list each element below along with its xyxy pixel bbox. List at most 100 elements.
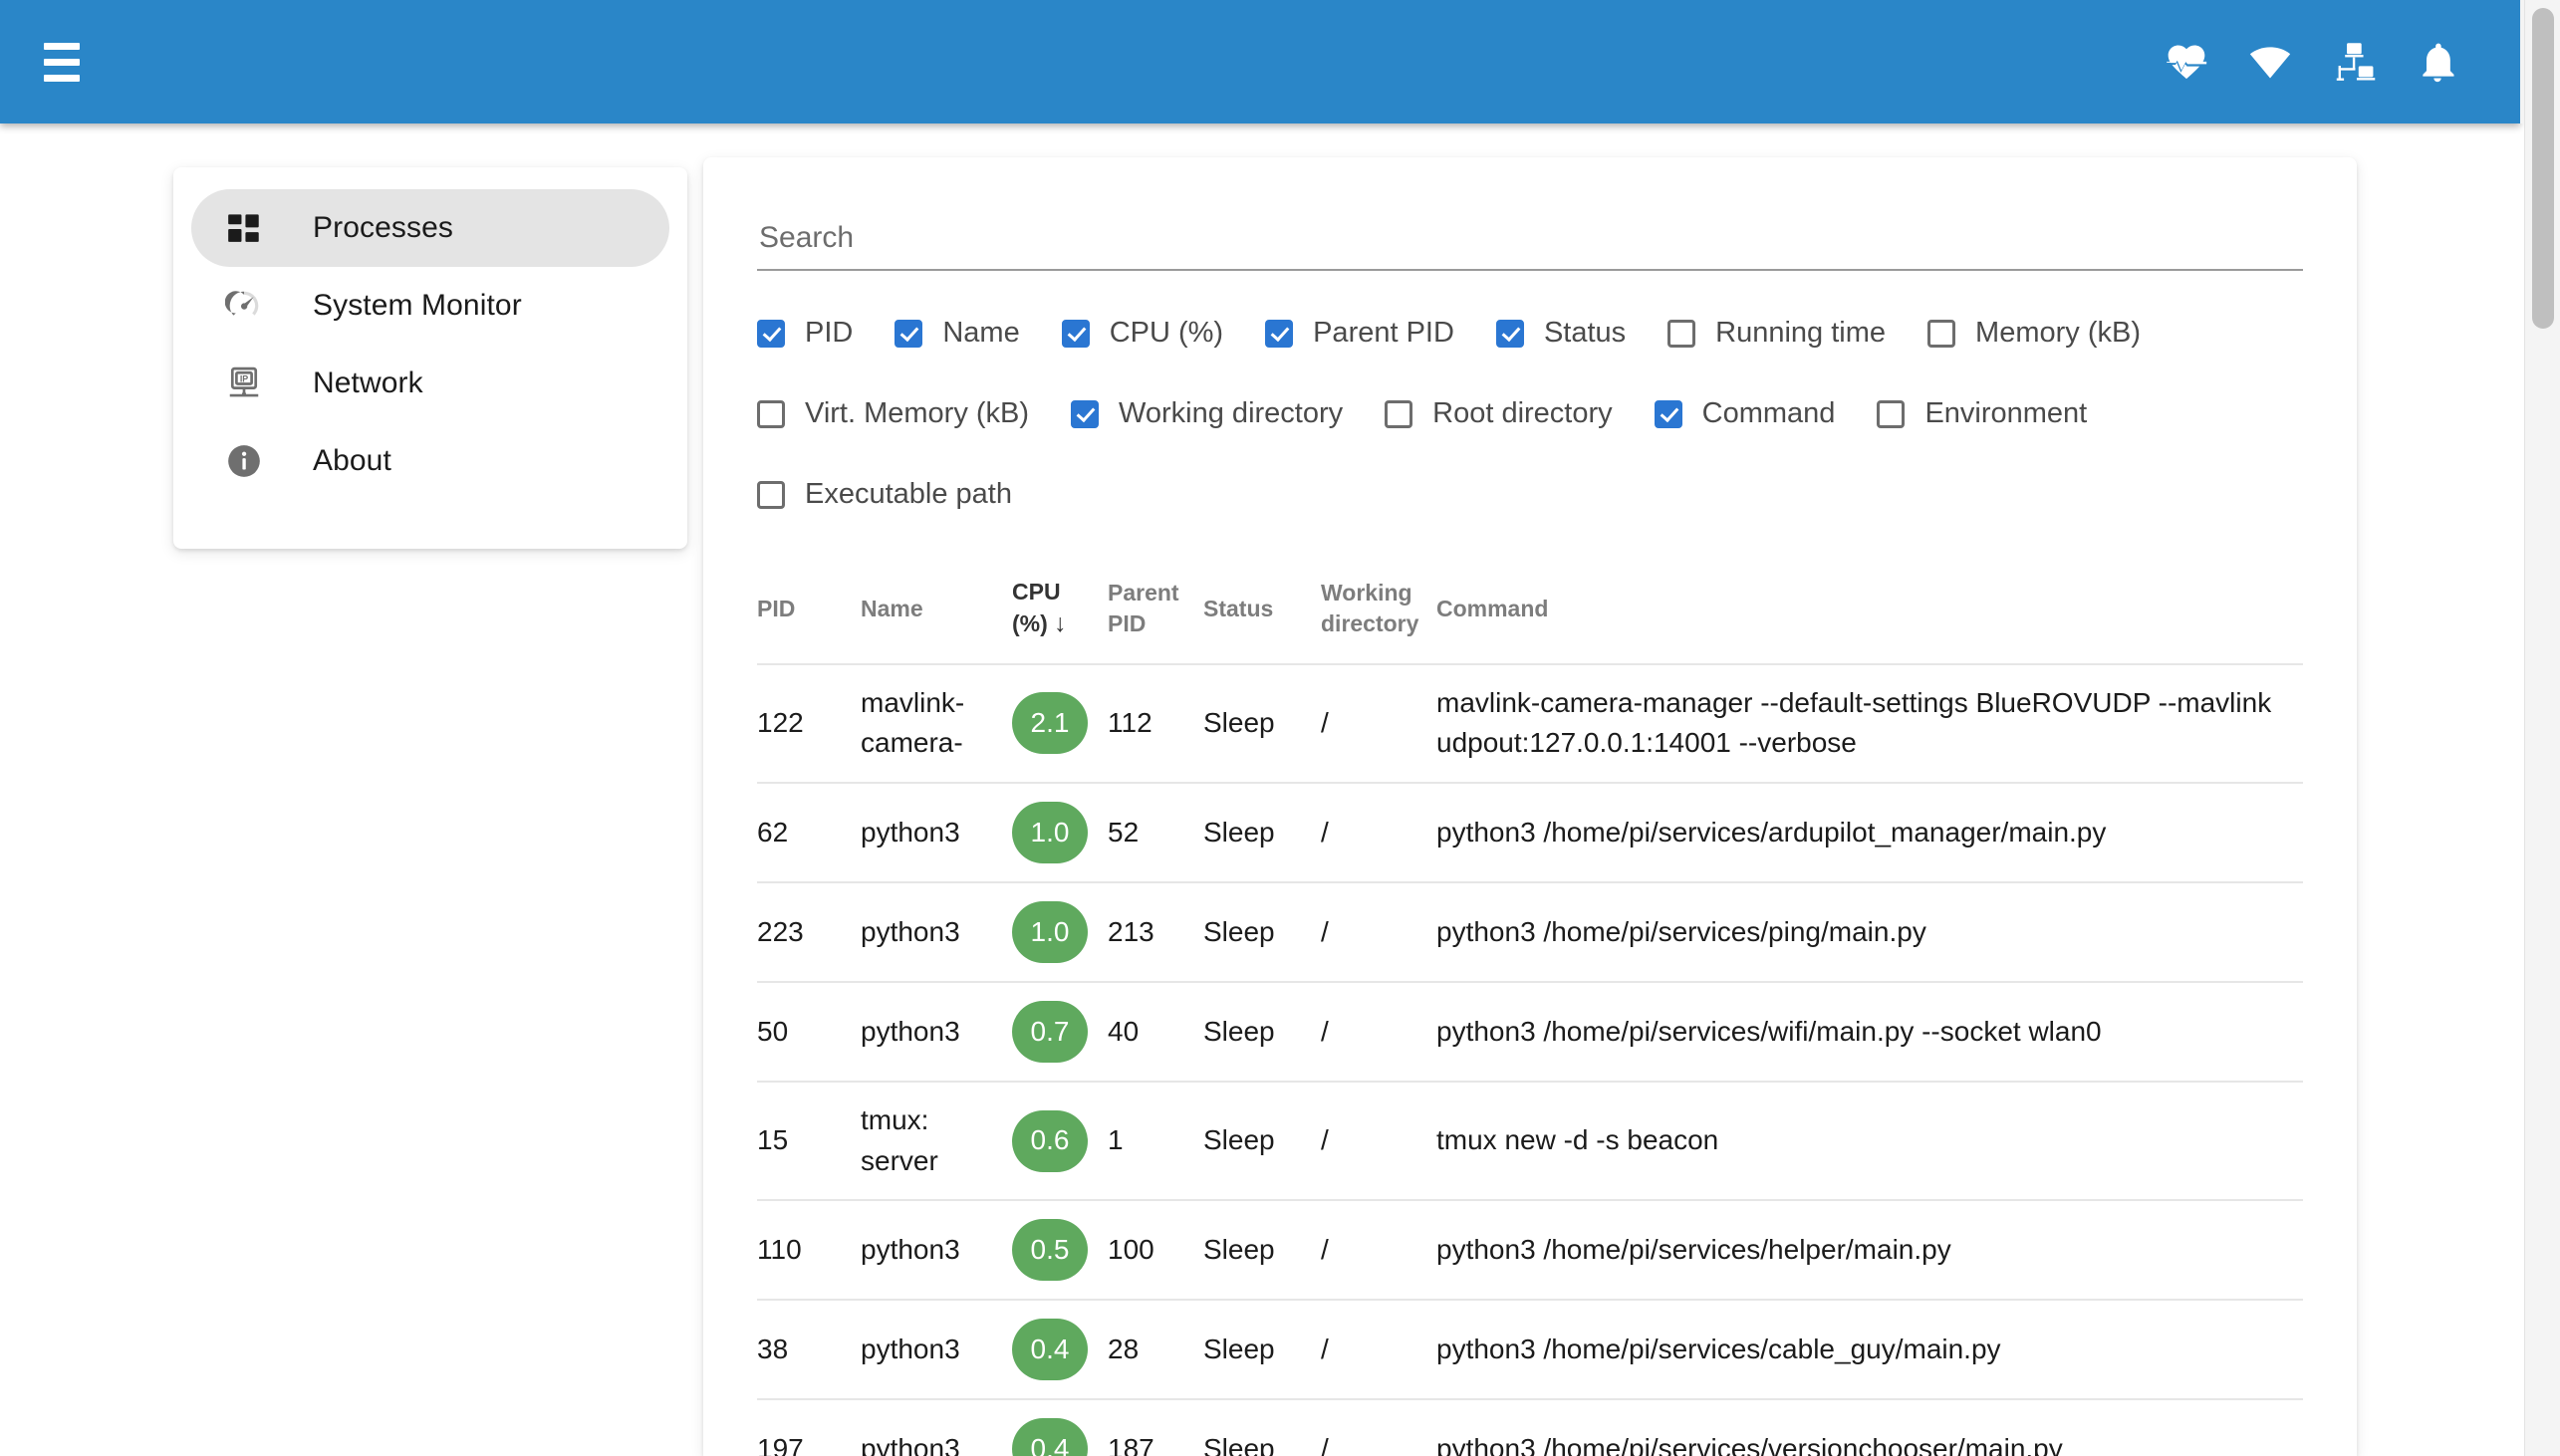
table-row[interactable]: 223 python3 1.0 213 Sleep / python3 /home/pi/s… [757, 880, 2303, 982]
column-toggle-memory[interactable]: Memory (kB) [1927, 317, 2141, 350]
cpu-usage-chip: 0.5 [1012, 1219, 1088, 1282]
cell-cpu: 1.0 [1012, 880, 1108, 982]
cell-status: Sleep [1203, 662, 1321, 783]
cell-pid: 110 [757, 1199, 861, 1301]
checkbox-checked-icon[interactable] [1265, 319, 1294, 348]
sidebar-item-label: Processes [313, 211, 453, 244]
scrollbar-thumb[interactable] [2532, 8, 2554, 329]
cell-parent-pid: 52 [1108, 781, 1203, 882]
hamburger-menu-icon[interactable] [34, 34, 90, 90]
column-toggle-working-directory[interactable]: Working directory [1071, 397, 1343, 430]
column-header-parent-pid[interactable]: Parent PID [1108, 563, 1203, 664]
column-toggle-virt-memory[interactable]: Virt. Memory (kB) [757, 397, 1029, 430]
column-toggle-pid[interactable]: PID [757, 317, 853, 350]
table-row[interactable]: 38 python3 0.4 28 Sleep / python3 /home/pi/ser… [757, 1299, 2303, 1400]
cpu-usage-chip: 2.1 [1012, 692, 1088, 755]
column-toggle-label: Memory (kB) [1975, 317, 2141, 349]
cpu-usage-chip: 1.0 [1012, 801, 1088, 863]
cell-working-directory: / [1321, 1080, 1436, 1201]
table-row[interactable]: 62 python3 1.0 52 Sleep / python3 /home/pi/ser… [757, 781, 2303, 882]
checkbox-unchecked-icon[interactable] [1877, 399, 1906, 428]
cell-status: Sleep [1203, 1398, 1321, 1456]
page-scrollbar[interactable] [2524, 0, 2560, 1456]
cell-command: python3 /home/pi/services/ping/main.py [1436, 880, 2303, 982]
cpu-usage-chip: 1.0 [1012, 900, 1088, 963]
cell-name: tmux: server [861, 1080, 1012, 1201]
cell-status: Sleep [1203, 980, 1321, 1082]
column-header-working-directory[interactable]: Working directory [1321, 563, 1436, 664]
cell-working-directory: / [1321, 1299, 1436, 1400]
process-table-head: PID Name CPU (%) ↓ Parent PID Status Wor… [757, 563, 2303, 664]
sidebar-item-system-monitor[interactable]: System Monitor [191, 267, 669, 345]
table-row[interactable]: 122 mavlink-camera- 2.1 112 Sleep / mavlink-ca… [757, 662, 2303, 783]
ip-device-icon: IP [225, 364, 277, 402]
cell-command: tmux new -d -s beacon [1436, 1080, 2303, 1201]
column-toggle-root-directory[interactable]: Root directory [1385, 397, 1613, 430]
cell-pid: 197 [757, 1398, 861, 1456]
column-toggle-name[interactable]: Name [895, 317, 1020, 350]
column-header-pid[interactable]: PID [757, 563, 861, 664]
checkbox-checked-icon[interactable] [757, 319, 785, 348]
sidebar-item-processes[interactable]: Processes [191, 189, 669, 267]
sidebar-item-label: Network [313, 366, 423, 399]
column-header-command[interactable]: Command [1436, 563, 2303, 664]
cell-name: python3 [861, 980, 1012, 1082]
table-row[interactable]: 50 python3 0.7 40 Sleep / python3 /home/pi/ser… [757, 980, 2303, 1082]
cell-status: Sleep [1203, 1299, 1321, 1400]
column-toggle-label: CPU (%) [1109, 317, 1224, 349]
checkbox-unchecked-icon[interactable] [1667, 319, 1696, 348]
sidebar-item-about[interactable]: About [191, 422, 669, 500]
info-circle-icon [225, 442, 277, 480]
checkbox-checked-icon[interactable] [1495, 319, 1524, 348]
checkbox-unchecked-icon[interactable] [1385, 399, 1413, 428]
table-row[interactable]: 197 python3 0.4 187 Sleep / python3 /home/pi/s… [757, 1398, 2303, 1456]
checkbox-checked-icon[interactable] [895, 319, 923, 348]
process-table-body: 122 mavlink-camera- 2.1 112 Sleep / mavlink-ca… [757, 662, 2303, 1456]
table-row[interactable]: 110 python3 0.5 100 Sleep / python3 /home/pi/s… [757, 1199, 2303, 1301]
column-toggle-label: Working directory [1119, 397, 1344, 429]
app-root: Processes System Monitor IP Network Abou… [0, 0, 2560, 1456]
cell-command: python3 /home/pi/services/versionchooser… [1436, 1398, 2303, 1456]
dashboard-grid-icon [225, 209, 277, 247]
process-table: PID Name CPU (%) ↓ Parent PID Status Wor… [757, 563, 2303, 1456]
cell-parent-pid: 112 [1108, 662, 1203, 783]
cell-parent-pid: 187 [1108, 1398, 1203, 1456]
column-header-name[interactable]: Name [861, 563, 1012, 664]
checkbox-checked-icon[interactable] [1061, 319, 1090, 348]
cell-command: python3 /home/pi/services/helper/main.py [1436, 1199, 2303, 1301]
column-header-status[interactable]: Status [1203, 563, 1321, 664]
column-toggle-command[interactable]: Command [1654, 397, 1836, 430]
column-toggle-environment[interactable]: Environment [1877, 397, 2087, 430]
column-toggle-label: Environment [1924, 397, 2088, 429]
device-hub-icon[interactable] [2331, 39, 2377, 85]
checkbox-checked-icon[interactable] [1071, 399, 1100, 428]
column-toggle-running-time[interactable]: Running time [1667, 317, 1886, 350]
column-header-cpu[interactable]: CPU (%) ↓ [1012, 563, 1108, 664]
cell-pid: 15 [757, 1080, 861, 1201]
cell-cpu: 0.6 [1012, 1080, 1108, 1201]
column-toggle-status[interactable]: Status [1495, 317, 1627, 350]
table-row[interactable]: 15 tmux: server 0.6 1 Sleep / tmux new -d -s b… [757, 1080, 2303, 1201]
column-toggle-cpu[interactable]: CPU (%) [1061, 317, 1224, 350]
checkbox-unchecked-icon[interactable] [757, 399, 785, 428]
search-input[interactable] [757, 215, 2303, 271]
notifications-bell-icon[interactable] [2415, 39, 2460, 85]
cell-status: Sleep [1203, 1080, 1321, 1201]
heart-pulse-icon[interactable] [2164, 39, 2209, 85]
wifi-icon[interactable] [2247, 39, 2293, 85]
cpu-usage-chip: 0.4 [1012, 1319, 1088, 1381]
column-toggle-row: PID Name CPU (%) Parent PID Status Runni… [757, 317, 2303, 350]
cell-pid: 223 [757, 880, 861, 982]
column-toggle-parent-pid[interactable]: Parent PID [1265, 317, 1454, 350]
checkbox-unchecked-icon[interactable] [1927, 319, 1956, 348]
column-toggle-label: Command [1701, 397, 1836, 429]
column-toggle-label: Status [1543, 317, 1627, 349]
cell-command: python3 /home/pi/services/ardupilot_mana… [1436, 781, 2303, 882]
cell-working-directory: / [1321, 1398, 1436, 1456]
checkbox-unchecked-icon[interactable] [757, 480, 785, 509]
cell-working-directory: / [1321, 880, 1436, 982]
sidebar-item-network[interactable]: IP Network [191, 345, 669, 422]
checkbox-checked-icon[interactable] [1654, 399, 1682, 428]
table-header-row: PID Name CPU (%) ↓ Parent PID Status Wor… [757, 563, 2303, 664]
column-toggle-executable-path[interactable]: Executable path [757, 478, 1012, 511]
